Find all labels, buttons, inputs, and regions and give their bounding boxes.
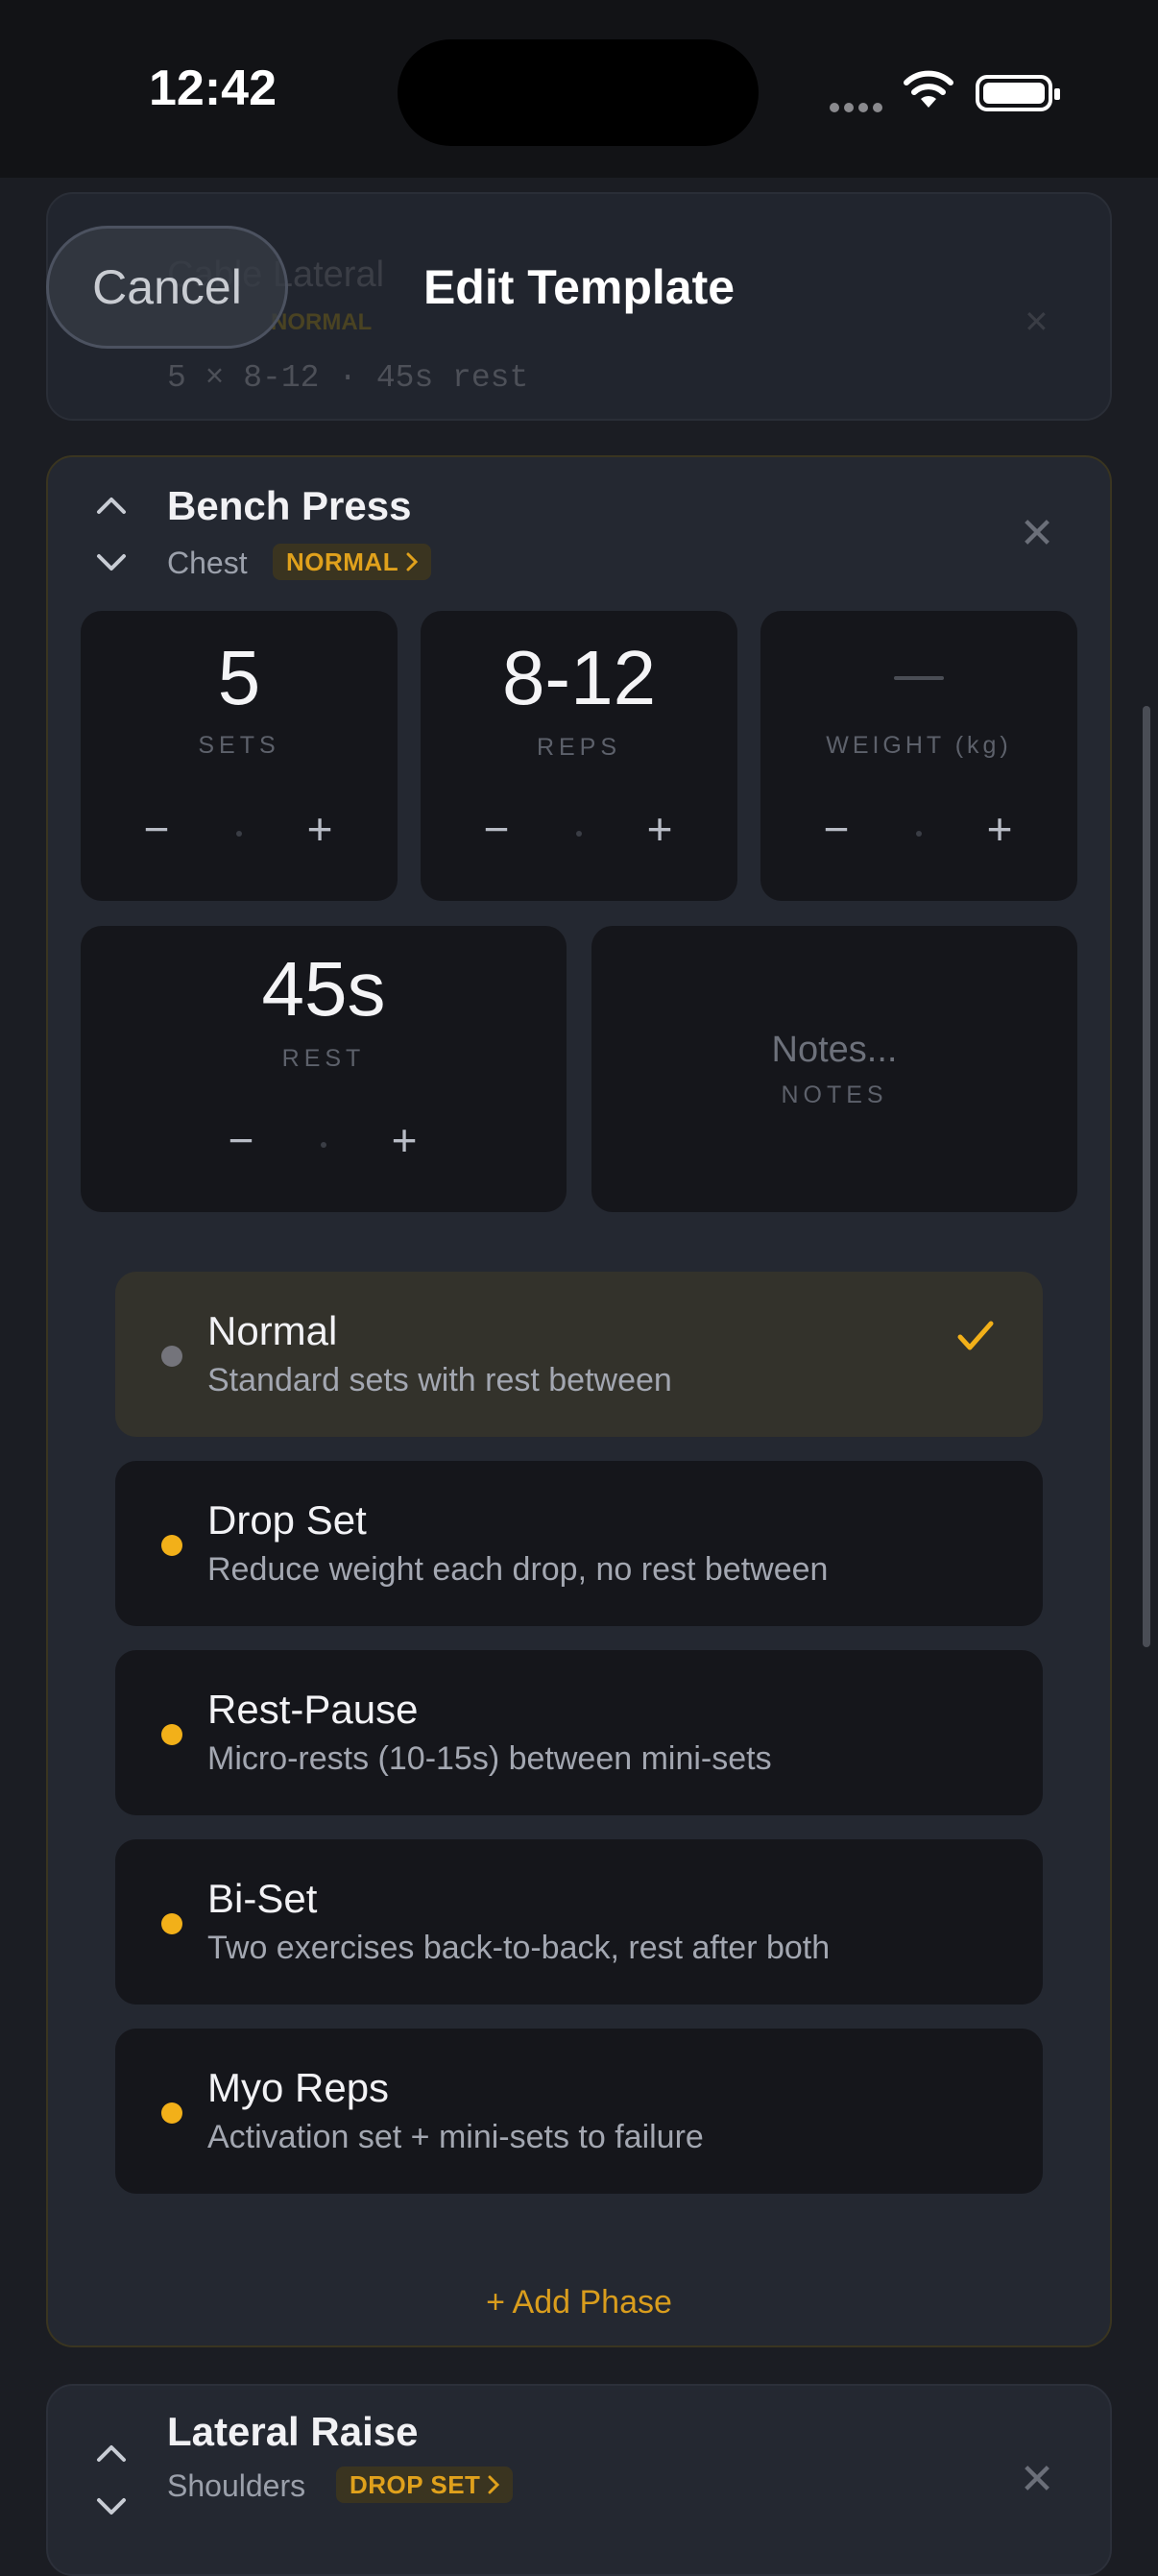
set-type-option-bi-set[interactable]: Bi-Set Two exercises back-to-back, rest …	[115, 1839, 1043, 2005]
notes-field[interactable]: Notes... NOTES	[591, 926, 1077, 1212]
set-type-name: Normal	[207, 1308, 338, 1353]
dynamic-island	[398, 39, 759, 146]
set-type-description: Micro-rests (10-15s) between mini-sets	[207, 1740, 772, 1777]
set-type-description: Two exercises back-to-back, rest after b…	[207, 1930, 831, 1966]
stepper-divider	[321, 1142, 326, 1148]
chevron-up-icon[interactable]	[92, 486, 131, 524]
remove-exercise-icon[interactable]: ✕	[1018, 2455, 1056, 2504]
status-time: 12:42	[149, 61, 277, 116]
set-type-option-myo-reps[interactable]: Myo Reps Activation set + mini-sets to f…	[115, 2029, 1043, 2194]
set-type-tag-label: NORMAL	[286, 547, 399, 576]
chevron-right-icon	[406, 552, 419, 571]
weight-decrement-button[interactable]: −	[812, 803, 860, 855]
stepper-divider	[576, 831, 582, 837]
cellular-signal-icon	[830, 100, 887, 113]
scrollbar[interactable]	[1143, 706, 1150, 1647]
reps-label: REPS	[536, 734, 622, 761]
set-type-option-normal[interactable]: Normal Standard sets with rest between	[115, 1272, 1043, 1437]
set-type-description: Standard sets with rest between	[207, 1362, 672, 1398]
sets-decrement-button[interactable]: −	[133, 803, 181, 855]
notes-label: NOTES	[781, 1081, 888, 1108]
set-type-dot	[161, 2102, 182, 2124]
sets-tile: 5 SETS − +	[81, 611, 398, 901]
reps-decrement-button[interactable]: −	[472, 803, 520, 855]
reps-increment-button[interactable]: +	[636, 803, 684, 855]
rest-decrement-button[interactable]: −	[217, 1114, 265, 1166]
next-exercise-name: Lateral Raise	[167, 2409, 419, 2454]
set-type-tag[interactable]: NORMAL	[273, 544, 432, 580]
sets-label: SETS	[198, 732, 280, 759]
set-type-dot	[161, 1913, 182, 1934]
previous-exercise-summary: 5 × 8-12 · 45s rest	[167, 360, 529, 396]
set-type-option-rest-pause[interactable]: Rest-Pause Micro-rests (10-15s) between …	[115, 1650, 1043, 1815]
set-type-name: Myo Reps	[207, 2065, 390, 2110]
chevron-up-icon[interactable]	[92, 2434, 131, 2472]
stepper-divider	[236, 831, 242, 837]
set-type-dot	[161, 1535, 182, 1556]
rest-increment-button[interactable]: +	[380, 1114, 428, 1166]
rest-label: REST	[281, 1045, 366, 1072]
page-title: Edit Template	[422, 260, 736, 314]
weight-increment-button[interactable]: +	[976, 803, 1024, 855]
set-type-name: Bi-Set	[207, 1876, 318, 1921]
set-type-dot	[161, 1346, 182, 1367]
wifi-icon	[903, 69, 954, 114]
exercise-name: Bench Press	[167, 483, 412, 528]
set-type-dot	[161, 1724, 182, 1745]
reps-tile: 8-12 REPS − +	[421, 611, 737, 901]
sets-value[interactable]: 5	[81, 634, 398, 722]
set-type-name: Drop Set	[207, 1497, 367, 1543]
checkmark-icon	[956, 1320, 995, 1357]
chevron-down-icon[interactable]	[92, 544, 131, 582]
empty-weight-dash	[894, 676, 944, 680]
rest-value[interactable]: 45s	[81, 945, 567, 1033]
chevron-right-icon	[488, 2475, 500, 2494]
battery-icon	[976, 75, 1060, 111]
next-set-type-tag-label: DROP SET	[350, 2469, 481, 2499]
sets-increment-button[interactable]: +	[296, 803, 344, 855]
weight-tile: WEIGHT (kg) − +	[760, 611, 1077, 901]
reps-value[interactable]: 8-12	[421, 634, 737, 722]
notes-placeholder: Notes...	[771, 1030, 898, 1070]
add-phase-button[interactable]: + Add Phase	[0, 2284, 1158, 2321]
next-set-type-tag[interactable]: DROP SET	[336, 2467, 514, 2503]
set-type-name: Rest-Pause	[207, 1687, 419, 1732]
next-exercise-muscle: Shoulders	[167, 2468, 306, 2503]
weight-label: WEIGHT (kg)	[826, 732, 1012, 759]
remove-exercise-icon[interactable]: ✕	[1018, 509, 1056, 558]
set-type-option-drop-set[interactable]: Drop Set Reduce weight each drop, no res…	[115, 1461, 1043, 1626]
exercise-muscle: Chest	[167, 546, 248, 580]
set-type-description: Activation set + mini-sets to failure	[207, 2119, 704, 2155]
rest-tile: 45s REST − +	[81, 926, 567, 1212]
set-type-description: Reduce weight each drop, no rest between	[207, 1551, 829, 1588]
stepper-divider	[916, 831, 922, 837]
chevron-down-icon[interactable]	[92, 2488, 131, 2526]
